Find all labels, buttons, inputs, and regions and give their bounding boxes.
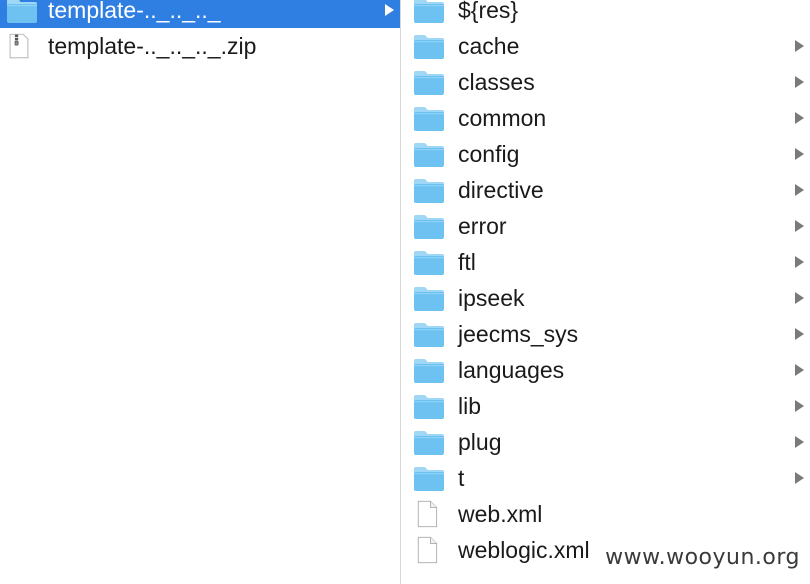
item-label: template-.._.._.._ — [48, 0, 221, 23]
item-label: ipseek — [458, 285, 525, 311]
folder-icon — [413, 284, 445, 312]
chevron-right-icon — [792, 424, 806, 460]
document-icon — [413, 499, 445, 528]
item-label: weblogic.xml — [458, 537, 590, 563]
chevron-right-icon — [792, 100, 806, 136]
item-label: web.xml — [458, 501, 543, 527]
item-label: ftl — [458, 249, 476, 275]
right_column-item-web-xml[interactable]: web.xml — [401, 496, 810, 532]
folder-icon — [413, 68, 445, 96]
right_column-item-ftl[interactable]: ftl — [401, 244, 810, 280]
folder-icon — [413, 212, 445, 240]
item-label: plug — [458, 429, 502, 455]
chevron-right-icon — [792, 460, 806, 496]
document-icon — [413, 535, 445, 564]
chevron-right-icon — [792, 280, 806, 316]
item-label: jeecms_sys — [458, 321, 579, 347]
item-label: error — [458, 213, 507, 239]
folder-icon — [413, 356, 445, 384]
chevron-right-icon — [792, 208, 806, 244]
chevron-right-icon — [792, 388, 806, 424]
watermark: www.wooyun.org — [603, 545, 802, 570]
right_column-item-error[interactable]: error — [401, 208, 810, 244]
chevron-right-icon — [792, 64, 806, 100]
chevron-right-icon — [792, 352, 806, 388]
folder-icon — [413, 0, 445, 24]
chevron-right-icon — [792, 316, 806, 352]
right_column-item-config[interactable]: config — [401, 136, 810, 172]
folder-icon — [413, 428, 445, 456]
folder-icon — [413, 140, 445, 168]
chevron-right-icon — [792, 28, 806, 64]
folder-icon — [6, 0, 38, 24]
item-label: directive — [458, 177, 544, 203]
folder-icon — [413, 248, 445, 276]
chevron-right-icon — [792, 172, 806, 208]
item-label: template-.._.._.._.zip — [48, 33, 257, 59]
item-label: lib — [458, 393, 482, 419]
right_column-item-classes[interactable]: classes — [401, 64, 810, 100]
right_column-item-common[interactable]: common — [401, 100, 810, 136]
item-label: t — [458, 465, 465, 491]
left_column-item-template[interactable]: template-.._.._.._ — [0, 0, 400, 28]
folder-icon — [413, 32, 445, 60]
right_column-item-plug[interactable]: plug — [401, 424, 810, 460]
item-label: ${res} — [458, 0, 519, 23]
right_column-item-res[interactable]: ${res} — [401, 0, 810, 28]
chevron-right-icon — [792, 244, 806, 280]
left_column-item-template-zip[interactable]: template-.._.._.._.zip — [0, 28, 400, 64]
item-label: languages — [458, 357, 565, 383]
right-column: ${res} cache classes common config directive e… — [401, 0, 810, 584]
finder-column-view: template-.._.._.._ template-.._.._.._.zip… — [0, 0, 810, 584]
folder-icon — [413, 176, 445, 204]
item-label: cache — [458, 33, 520, 59]
right_column-item-languages[interactable]: languages — [401, 352, 810, 388]
right_column-item-t[interactable]: t — [401, 460, 810, 496]
item-label: config — [458, 141, 520, 167]
chevron-right-icon — [792, 136, 806, 172]
zip-file-icon — [6, 31, 38, 59]
folder-icon — [413, 320, 445, 348]
right_column-item-jeecms-sys[interactable]: jeecms_sys — [401, 316, 810, 352]
right_column-item-cache[interactable]: cache — [401, 28, 810, 64]
folder-icon — [413, 104, 445, 132]
right_column-item-directive[interactable]: directive — [401, 172, 810, 208]
folder-icon — [413, 392, 445, 420]
item-label: classes — [458, 69, 535, 95]
item-label: common — [458, 105, 547, 131]
folder-icon — [413, 464, 445, 492]
right_column-item-lib[interactable]: lib — [401, 388, 810, 424]
left-column: template-.._.._.._ template-.._.._.._.zip — [0, 0, 400, 584]
right_column-item-ipseek[interactable]: ipseek — [401, 280, 810, 316]
chevron-right-icon — [382, 0, 396, 28]
